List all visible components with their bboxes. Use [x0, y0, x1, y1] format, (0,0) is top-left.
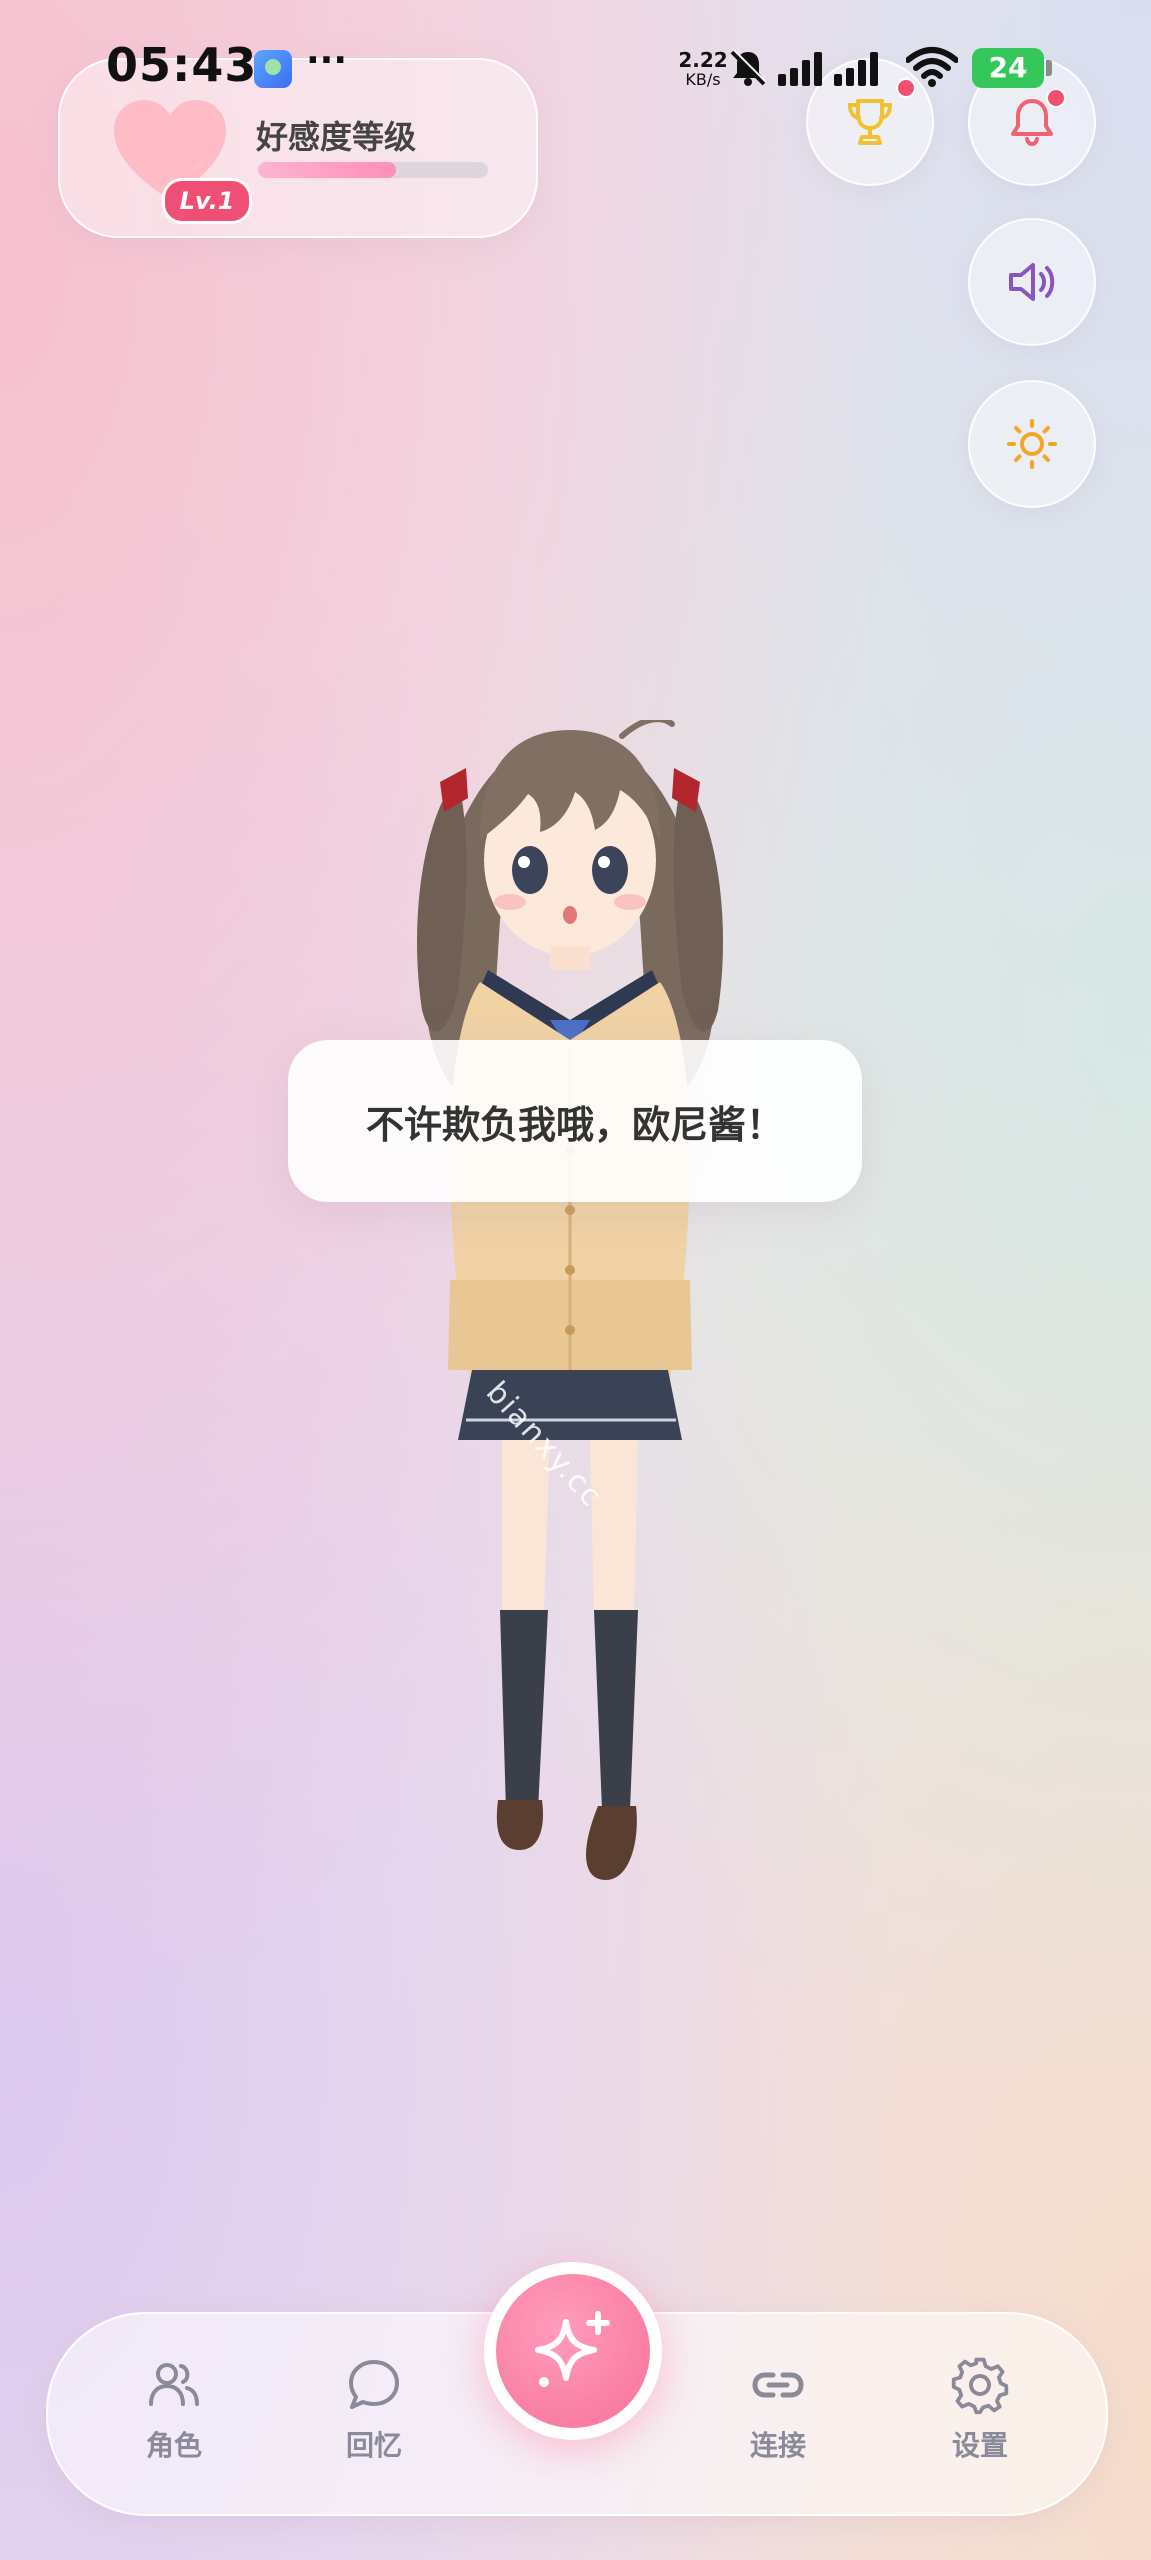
- wifi-icon: [906, 47, 958, 87]
- status-bar: 05:43 ··· 2.22 KB/s 24: [0, 0, 1151, 130]
- sun-icon: [1007, 419, 1057, 469]
- status-time: 05:43: [106, 38, 258, 92]
- network-speed: 2.22 KB/s: [676, 50, 730, 90]
- nav-item-settings[interactable]: 设置: [910, 2354, 1050, 2464]
- nav-label-connect: 连接: [749, 2429, 806, 2462]
- affection-progress-fill: [258, 162, 396, 178]
- nav-label-memory: 回忆: [345, 2429, 402, 2462]
- magic-action-inner: [496, 2274, 650, 2428]
- mute-bell-icon: [730, 49, 767, 86]
- signal-icon: [778, 52, 878, 86]
- brightness-button[interactable]: [968, 380, 1096, 508]
- app-icon: [254, 50, 292, 88]
- nav-label-role: 角色: [145, 2429, 202, 2462]
- speech-bubble: 不许欺负我哦，欧尼酱！: [288, 1040, 862, 1202]
- speech-text: 不许欺负我哦，欧尼酱！: [365, 1102, 784, 1147]
- sparkle-icon: [535, 2311, 610, 2387]
- sound-button[interactable]: [968, 218, 1096, 346]
- network-speed-unit: KB/s: [685, 70, 721, 89]
- nav-item-connect[interactable]: 连接: [708, 2354, 848, 2464]
- battery-tip: [1046, 60, 1052, 76]
- magic-action-button[interactable]: [484, 2262, 662, 2440]
- speaker-icon: [1009, 263, 1055, 301]
- character-illustration[interactable]: [410, 720, 730, 1900]
- gear-icon: [951, 2357, 1009, 2415]
- affection-progress-bar: [258, 162, 488, 178]
- chat-bubble-icon: [349, 2360, 399, 2409]
- more-icon: ···: [306, 40, 348, 81]
- link-icon: [752, 2372, 804, 2398]
- level-badge: Lv.1: [162, 178, 252, 224]
- nav-item-memory[interactable]: 回忆: [304, 2354, 444, 2464]
- nav-item-role[interactable]: 角色: [104, 2354, 244, 2464]
- network-speed-value: 2.22: [678, 48, 728, 72]
- users-icon: [149, 2363, 199, 2406]
- nav-label-settings: 设置: [951, 2429, 1008, 2462]
- battery-icon: 24: [972, 48, 1044, 88]
